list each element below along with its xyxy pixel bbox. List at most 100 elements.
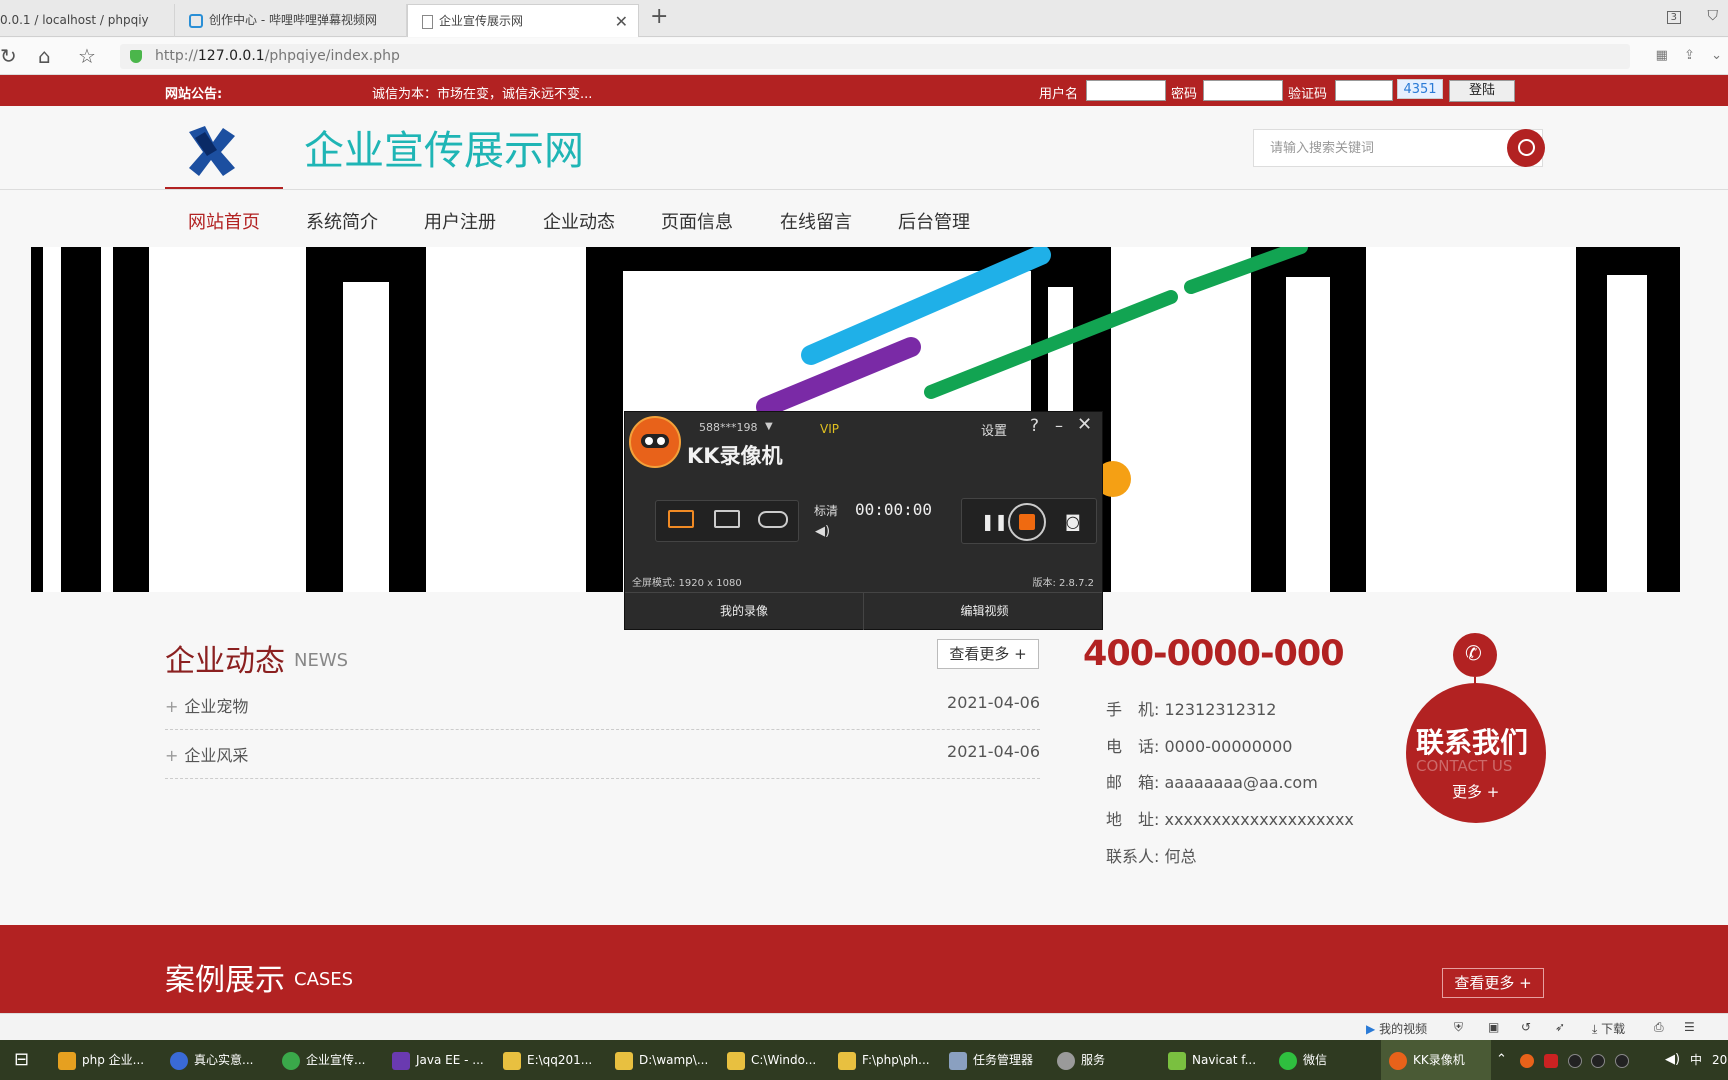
taskbar-label: 真心实意... [194, 1053, 254, 1067]
taskbar-item[interactable]: 微信 [1279, 1040, 1327, 1080]
refresh-icon[interactable]: ↻ [0, 44, 17, 68]
plus-icon: + [165, 746, 179, 765]
news-more-button[interactable]: 查看更多 + [937, 639, 1039, 669]
qq-tray-icon[interactable] [1615, 1053, 1630, 1068]
refresh-icon[interactable]: ↺ [1521, 1020, 1531, 1034]
taskbar-label: F:\php\ph... [862, 1053, 930, 1067]
captcha-input[interactable] [1335, 80, 1393, 101]
chevron-down-icon[interactable]: ⌄ [1711, 48, 1722, 63]
taskbar-label: KK录像机 [1413, 1053, 1465, 1067]
browser-tab-active[interactable]: 企业宣传展示网 ✕ [407, 4, 639, 37]
menu-icon[interactable]: ☰ [1684, 1020, 1695, 1034]
username-input[interactable] [1086, 80, 1166, 101]
contact-email: 邮 箱: aaaaaaaa@aa.com [1106, 769, 1318, 793]
contact-circle: 联系我们 CONTACT US 更多 + [1406, 683, 1546, 823]
contact-more-link[interactable]: 更多 + [1452, 781, 1499, 802]
taskbar-label: D:\wamp\... [639, 1053, 709, 1067]
shield-icon[interactable]: ⛨ [1454, 1020, 1463, 1035]
tab-count-icon[interactable]: 3 [1666, 11, 1682, 24]
my-video-link[interactable]: ▶ 我的视频 [1366, 1020, 1427, 1037]
close-tab-icon[interactable]: ✕ [615, 5, 628, 37]
edit-video-button[interactable]: 编辑视频 [865, 593, 1104, 630]
taskbar-item[interactable]: Java EE - ... [392, 1040, 484, 1080]
contact-label: 地 址: [1106, 810, 1160, 829]
password-input[interactable] [1203, 80, 1283, 101]
taskbar-item[interactable]: 服务 [1057, 1040, 1105, 1080]
new-tab-button[interactable]: + [650, 4, 668, 29]
grid-icon[interactable]: ▦ [1656, 48, 1668, 63]
chevron-down-icon[interactable]: ▼ [765, 421, 773, 432]
record-stop-button[interactable] [1008, 503, 1046, 541]
help-icon[interactable]: ? [1030, 416, 1039, 436]
browser-tab-phpmyadmin[interactable]: 0.0.1 / localhost / phpqiy [0, 4, 175, 37]
qq-tray-icon[interactable] [1567, 1053, 1582, 1068]
volume-icon[interactable]: ◀) [815, 524, 830, 539]
taskbar-item[interactable]: php 企业... [58, 1040, 144, 1080]
kk-recorder-window[interactable]: 588***198 ▼ VIP 设置 ? – ✕ KK录像机 标清 ◀) 00:… [624, 411, 1103, 630]
news-item[interactable]: + 企业风采 2021-04-06 [165, 730, 1040, 779]
nav-pages[interactable]: 页面信息 [661, 208, 733, 234]
print-icon[interactable]: ⎙ [1654, 1020, 1664, 1035]
search-button[interactable] [1507, 129, 1545, 167]
taskbar-item[interactable]: 真心实意... [170, 1040, 253, 1080]
share-icon[interactable]: ⇪ [1684, 48, 1695, 63]
kk-version: 版本: 2.8.7.2 [1032, 578, 1094, 589]
contact-us-badge[interactable]: ✆ 联系我们 CONTACT US 更多 + [1406, 633, 1546, 823]
taskbar-item-active[interactable]: KK录像机 [1381, 1040, 1491, 1080]
news-item[interactable]: + 企业宠物 2021-04-06 [165, 681, 1040, 730]
contact-mobile: 手 机: 12312312312 [1106, 696, 1276, 720]
kk-quality[interactable]: 标清 [814, 502, 838, 519]
taskbar-item[interactable]: F:\php\ph... [838, 1040, 930, 1080]
ime-indicator[interactable]: 中 [1690, 1040, 1702, 1080]
nav-news[interactable]: 企业动态 [543, 208, 615, 234]
clock[interactable]: 20 [1712, 1040, 1727, 1080]
kk-app-name: KK录像机 [687, 444, 783, 468]
shirt-icon[interactable]: ⛉ [1708, 8, 1719, 24]
camera-icon[interactable]: ◙ [1065, 512, 1081, 531]
region-mode-icon[interactable] [714, 510, 740, 528]
minimize-icon[interactable]: – [1055, 416, 1063, 435]
nav-home[interactable]: 网站首页 [188, 208, 260, 234]
nav-register[interactable]: 用户注册 [424, 208, 496, 234]
taskbar-label: 服务 [1081, 1053, 1106, 1067]
nav-about[interactable]: 系统简介 [306, 208, 378, 234]
fullscreen-mode-icon[interactable] [668, 510, 694, 528]
chevron-up-icon[interactable]: ⌃ [1496, 1040, 1507, 1080]
url-prefix: http:// [155, 48, 198, 64]
qq-tray-icon[interactable] [1591, 1053, 1606, 1068]
antivirus-tray-icon[interactable] [1543, 1053, 1558, 1068]
cases-more-button[interactable]: 查看更多 + [1442, 968, 1544, 998]
star-icon[interactable]: ☆ [78, 44, 96, 68]
taskbar-item[interactable]: 企业宣传... [282, 1040, 365, 1080]
close-icon[interactable]: ✕ [1077, 414, 1092, 435]
search-input[interactable]: 请输入搜索关键词 [1253, 129, 1543, 167]
site-logo[interactable] [165, 110, 283, 190]
image-icon[interactable]: ▣ [1488, 1020, 1499, 1034]
taskbar-item[interactable]: Navicat f... [1168, 1040, 1256, 1080]
news-item-title[interactable]: 企业风采 [184, 746, 248, 765]
nav-admin[interactable]: 后台管理 [898, 208, 970, 234]
kk-tray-icon[interactable] [1520, 1053, 1534, 1068]
volume-icon[interactable]: ◀) [1665, 1040, 1680, 1080]
kk-settings[interactable]: 设置 [981, 420, 1007, 439]
nav-message[interactable]: 在线留言 [780, 208, 852, 234]
browser-tab-bilibili[interactable]: 创作中心 - 哔哩哔哩弹幕视频网 [175, 4, 407, 37]
pause-icon[interactable]: ❚❚ [981, 512, 1008, 531]
kk-control-group: ❚❚ ◙ [961, 498, 1097, 544]
game-mode-icon[interactable] [758, 511, 788, 528]
taskbar-item[interactable]: 任务管理器 [949, 1040, 1033, 1080]
cases-title: 案例展示 [165, 963, 285, 998]
taskbar-item[interactable]: D:\wamp\... [615, 1040, 708, 1080]
my-videos-button[interactable]: 我的录像 [625, 593, 864, 630]
taskbar-item[interactable]: E:\qq201... [503, 1040, 592, 1080]
kk-account[interactable]: 588***198 [699, 421, 758, 434]
captcha-image[interactable]: 4351 [1397, 79, 1443, 99]
url-input[interactable]: http://127.0.0.1/phpqiye/index.php [120, 44, 1630, 69]
rocket-icon[interactable]: ➶ [1555, 1020, 1565, 1034]
download-link[interactable]: ⤓ 下载 [1592, 1020, 1625, 1037]
login-button[interactable]: 登陆 [1449, 80, 1515, 102]
task-view-icon[interactable]: ⊟ [14, 1040, 29, 1080]
home-icon[interactable]: ⌂ [38, 44, 51, 68]
taskbar-item[interactable]: C:\Windo... [727, 1040, 816, 1080]
news-item-title[interactable]: 企业宠物 [184, 697, 248, 716]
